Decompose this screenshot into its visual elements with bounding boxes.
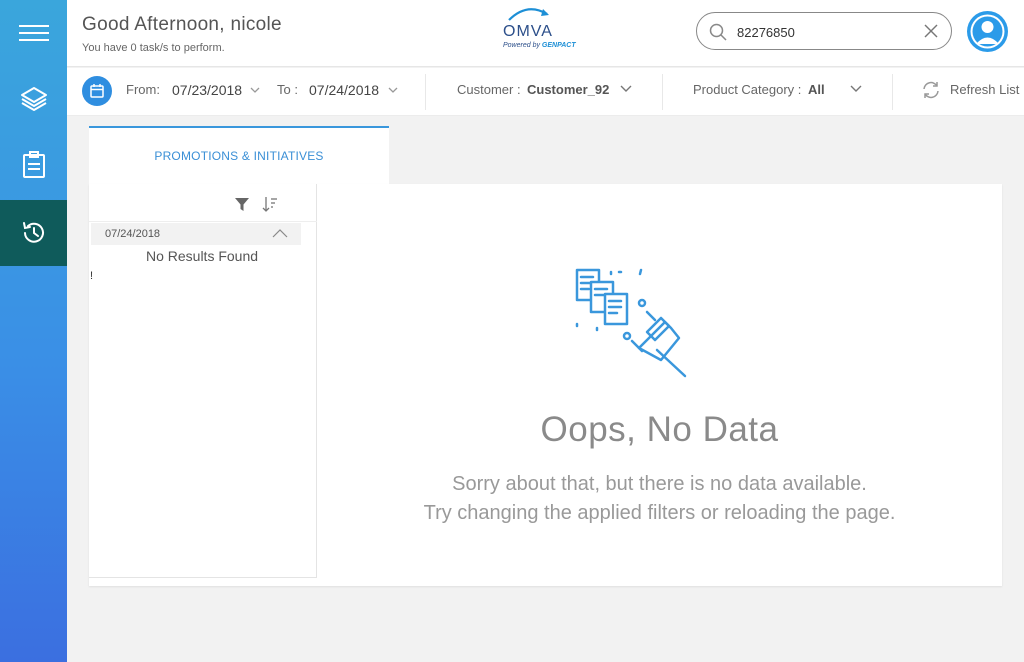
tab-promotions-initiatives[interactable]: PROMOTIONS & INITIATIVES xyxy=(89,126,389,184)
refresh-list-button[interactable]: Refresh List xyxy=(950,82,1019,97)
sidebar-item-history[interactable] xyxy=(0,200,67,266)
date-group-header[interactable]: 07/24/2018 xyxy=(91,223,301,245)
menu-icon xyxy=(18,25,49,41)
filter-icon[interactable] xyxy=(234,197,250,212)
content-panel: 07/24/2018 No Results Found ! Oops, No D… xyxy=(89,184,1002,586)
filter-divider xyxy=(425,74,426,110)
empty-state-message: Sorry about that, but there is no data a… xyxy=(317,470,1002,528)
omva-logo: OMVA Powered by GENPACT xyxy=(503,5,593,55)
user-icon xyxy=(970,14,1005,49)
logo-name: OMVA xyxy=(503,23,553,40)
filter-divider xyxy=(662,74,663,110)
sidebar-item-tasks[interactable] xyxy=(0,132,67,198)
customer-select-value[interactable]: Customer_92 xyxy=(527,82,609,97)
date-range-button[interactable] xyxy=(82,76,112,106)
sidebar-item-layers[interactable] xyxy=(0,66,67,132)
filter-divider xyxy=(892,74,893,110)
history-icon xyxy=(22,222,44,243)
list-toolbar xyxy=(89,184,317,222)
sort-icon[interactable] xyxy=(262,196,278,213)
clear-search-icon[interactable] xyxy=(923,23,939,39)
refresh-icon[interactable] xyxy=(921,80,941,100)
to-chevron-down-icon[interactable] xyxy=(388,87,398,94)
from-date-value[interactable]: 07/23/2018 xyxy=(172,82,242,98)
empty-state-line-2: Try changing the applied filters or relo… xyxy=(423,502,896,524)
category-select-value[interactable]: All xyxy=(808,82,825,97)
customer-label: Customer : xyxy=(457,82,521,97)
results-list-pane: 07/24/2018 No Results Found ! xyxy=(89,184,317,578)
empty-state-line-1: Sorry about that, but there is no data a… xyxy=(452,473,867,495)
menu-button[interactable] xyxy=(0,0,67,66)
search-input[interactable] xyxy=(737,22,917,42)
to-label: To : xyxy=(277,82,298,97)
logo-powered-by: Powered by GENPACT xyxy=(503,42,576,49)
task-count-text: You have 0 task/s to perform. xyxy=(82,42,225,54)
category-label: Product Category : xyxy=(693,82,802,97)
logo-swoosh-icon xyxy=(508,8,549,21)
user-avatar[interactable] xyxy=(967,11,1008,52)
top-header: Good Afternoon, nicole You have 0 task/s… xyxy=(67,0,1024,67)
layers-icon xyxy=(20,87,47,111)
search-box xyxy=(696,12,952,50)
search-icon xyxy=(709,23,727,41)
stray-text: ! xyxy=(90,270,94,282)
from-chevron-down-icon[interactable] xyxy=(250,87,260,94)
clipboard-icon xyxy=(22,151,45,178)
calendar-icon xyxy=(90,84,104,98)
date-group-label: 07/24/2018 xyxy=(105,228,161,240)
no-results-text: No Results Found xyxy=(145,248,259,264)
sidebar xyxy=(0,0,67,662)
from-label: From: xyxy=(126,82,160,97)
chevron-up-icon[interactable] xyxy=(272,229,288,238)
no-data-cleaning-icon xyxy=(575,268,687,378)
empty-state-title: Oops, No Data xyxy=(540,410,779,449)
filter-bar: From: 07/23/2018 To : 07/24/2018 Custome… xyxy=(67,68,1024,116)
greeting-text: Good Afternoon, nicole xyxy=(82,14,282,35)
category-chevron-down-icon[interactable] xyxy=(850,85,862,93)
to-date-value[interactable]: 07/24/2018 xyxy=(309,82,379,98)
customer-chevron-down-icon[interactable] xyxy=(620,85,632,93)
